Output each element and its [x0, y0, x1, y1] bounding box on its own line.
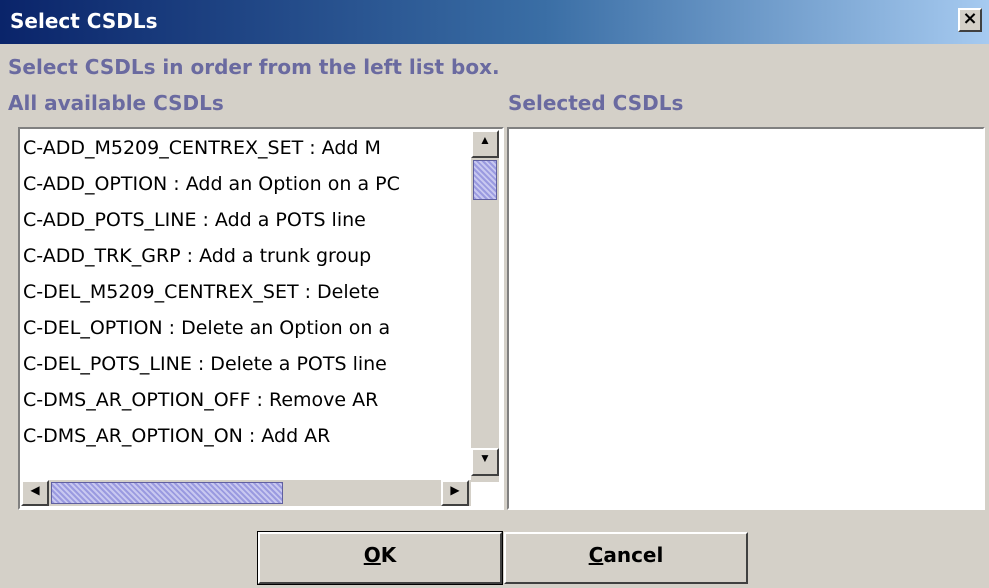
ok-mnemonic: O	[363, 543, 381, 567]
available-csdls-list[interactable]: C-ADD_M5209_CENTREX_SET : Add M C-ADD_OP…	[21, 130, 469, 479]
selected-csdls-list[interactable]	[507, 127, 985, 510]
cancel-button-label: Cancel	[589, 543, 664, 567]
title-bar[interactable]: Select CSDLs ×	[0, 0, 989, 44]
ok-button[interactable]: OK	[257, 531, 503, 585]
arrow-right-icon: ▶	[450, 483, 460, 497]
close-icon: ×	[962, 8, 978, 29]
list-item[interactable]: C-ADD_TRK_GRP : Add a trunk group	[21, 238, 469, 274]
cancel-button[interactable]: Cancel	[504, 532, 748, 584]
scroll-left-button[interactable]: ◀	[21, 480, 49, 506]
instruction-text: Select CSDLs in order from the left list…	[8, 55, 500, 79]
scroll-down-button[interactable]: ▼	[471, 448, 499, 476]
arrow-down-icon: ▼	[479, 451, 491, 465]
horizontal-scrollbar[interactable]: ◀ ▶	[21, 480, 471, 506]
list-item[interactable]: C-DEL_POTS_LINE : Delete a POTS line	[21, 346, 469, 382]
available-csdls-label: All available CSDLs	[8, 91, 224, 115]
list-item[interactable]: C-ADD_OPTION : Add an Option on a PC	[21, 166, 469, 202]
cancel-label-rest: ancel	[603, 543, 664, 567]
vertical-scroll-thumb[interactable]	[473, 160, 497, 200]
list-item[interactable]: C-DEL_M5209_CENTREX_SET : Delete	[21, 274, 469, 310]
list-item[interactable]: C-DMS_AR_OPTION_OFF : Remove AR	[21, 382, 469, 418]
ok-button-label: OK	[364, 543, 397, 567]
horizontal-scroll-thumb[interactable]	[51, 482, 283, 504]
list-item[interactable]: C-ADD_POTS_LINE : Add a POTS line	[21, 202, 469, 238]
list-item[interactable]: C-DMS_AR_OPTION_ON : Add AR	[21, 418, 469, 454]
scroll-right-button[interactable]: ▶	[441, 480, 469, 506]
window-title: Select CSDLs	[10, 9, 158, 33]
arrow-up-icon: ▲	[479, 133, 491, 147]
close-button[interactable]: ×	[958, 8, 982, 32]
scroll-up-button[interactable]: ▲	[471, 130, 499, 158]
selected-csdls-label: Selected CSDLs	[508, 91, 684, 115]
vertical-scrollbar[interactable]: ▲ ▼	[471, 130, 499, 482]
cancel-mnemonic: C	[588, 543, 604, 567]
list-item[interactable]: C-DEL_OPTION : Delete an Option on a	[21, 310, 469, 346]
arrow-left-icon: ◀	[30, 483, 40, 497]
list-item[interactable]: C-ADD_M5209_CENTREX_SET : Add M	[21, 130, 469, 166]
ok-label-rest: K	[380, 543, 397, 567]
